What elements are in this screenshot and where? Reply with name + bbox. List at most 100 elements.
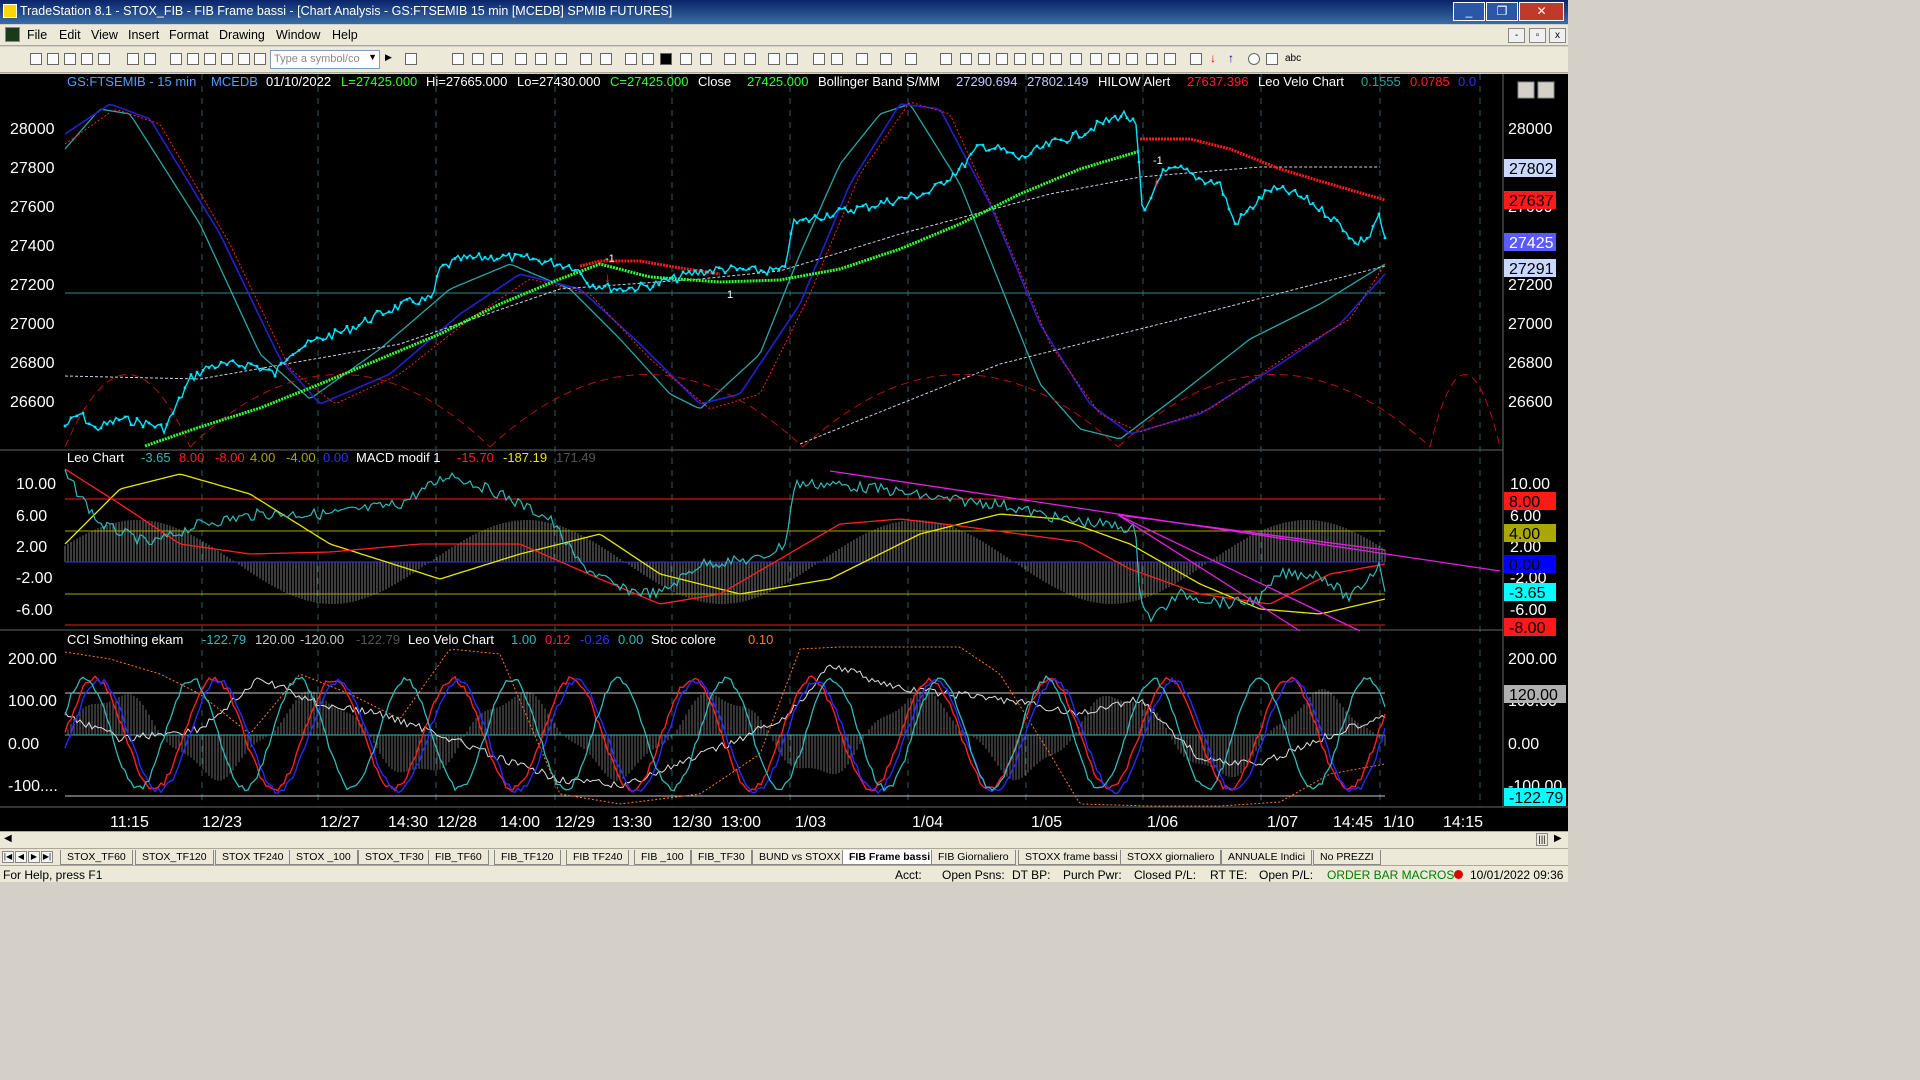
mdi-close-button[interactable]: x [1549,28,1566,43]
chevron-down-icon[interactable]: ▼ [368,52,377,62]
workspace-tab[interactable]: FIB Frame bassi [842,850,938,865]
menu-help[interactable]: Help [332,28,358,42]
menu-insert[interactable]: Insert [128,28,159,42]
tools-icon[interactable] [856,53,868,65]
workspace-tab[interactable]: STOX _100 [289,850,358,865]
open-icon[interactable] [47,53,59,65]
mdi-minimize-button[interactable]: - [1508,28,1525,43]
line-chart-icon[interactable] [700,53,712,65]
new-icon[interactable] [30,53,42,65]
tab-next-icon[interactable]: ▶ [28,851,40,863]
arc-icon[interactable] [1146,53,1158,65]
workspace-tab[interactable]: BUND vs STOXX [752,850,848,865]
workspace-tab[interactable]: STOX_TF120 [135,850,214,865]
cut-icon[interactable] [170,53,182,65]
workspace-tab[interactable]: STOX TF240 [215,850,291,865]
trendline-icon[interactable] [940,53,952,65]
curve-icon[interactable] [1190,53,1202,65]
up-arrow-icon[interactable]: ↑ [1228,51,1240,65]
workspace-tools-icon[interactable] [880,53,892,65]
chart-restore-button[interactable] [1537,81,1555,99]
save-icon[interactable] [127,53,139,65]
workspace-tab[interactable]: STOXX giornaliero [1120,850,1222,865]
workspace-tab[interactable]: FIB TF240 [566,850,630,865]
horizontal-scrollbar[interactable]: ◀ ||| ▶ [0,831,1568,848]
new-workspace-icon[interactable] [81,53,93,65]
maximize-button[interactable]: ❐ [1486,2,1518,21]
scroll-left-icon[interactable]: ◀ [4,833,12,844]
candlestick-icon[interactable] [680,53,692,65]
tab-first-icon[interactable]: |◀ [2,851,14,863]
workspace-tab[interactable]: No PREZZI [1313,850,1381,865]
shift-left-icon[interactable] [724,53,736,65]
time-cycle-icon[interactable] [1126,53,1138,65]
menu-view[interactable]: View [91,28,118,42]
paste-icon[interactable] [204,53,216,65]
workspace-tab[interactable]: STOX_TF60 [60,850,133,865]
app-menu-icon[interactable] [5,27,20,42]
open-workspace-icon[interactable] [64,53,76,65]
text-tool-icon[interactable]: abc [1285,53,1301,64]
options-icon[interactable] [535,53,547,65]
zoom-out-icon[interactable] [786,53,798,65]
menu-file[interactable]: File [27,28,47,42]
down-arrow-icon[interactable]: ↓ [1210,51,1222,65]
ellipse-icon[interactable] [1248,53,1260,65]
minimize-button[interactable]: _ [1453,2,1485,21]
chart-minimize-button[interactable] [1517,81,1535,99]
vertical-lines-icon[interactable] [960,53,972,65]
rectangle-icon[interactable] [1266,53,1278,65]
indicator-icon[interactable] [642,53,654,65]
bar-chart-icon[interactable] [660,53,672,65]
horizontal-lines-icon[interactable] [978,53,990,65]
chart-icon[interactable] [238,53,250,65]
scanner-icon[interactable] [515,53,527,65]
workspace-tab[interactable]: FIB_TF60 [428,850,489,865]
hand-icon[interactable] [831,53,843,65]
chart-window-icon[interactable] [452,53,464,65]
gann-fan-icon[interactable] [1050,53,1062,65]
radar-icon[interactable] [472,53,484,65]
pointer-icon[interactable] [813,53,825,65]
grid-icon[interactable] [221,53,233,65]
globe-icon[interactable] [254,53,266,65]
workspace-tab[interactable]: STOX_TF30 [358,850,431,865]
tab-prev-icon[interactable]: ◀ [15,851,27,863]
play-icon[interactable]: ▶ [385,52,397,64]
chart-analysis-window[interactable]: -1 ↓ 1 -1 ↓ GS:FTSEMIB - 15 min MCEDB 01… [0,74,1568,831]
order-icon[interactable] [580,53,592,65]
menu-drawing[interactable]: Drawing [219,28,265,42]
copy-icon[interactable] [187,53,199,65]
status-order-bar-macros[interactable]: ORDER BAR MACROS [1327,868,1454,882]
workspace-tab[interactable]: ANNUALE Indici [1221,850,1313,865]
workspace-tab[interactable]: FIB Giornaliero [931,850,1016,865]
scroll-thumb[interactable]: ||| [1536,833,1548,846]
andrews-pitchfork-icon[interactable] [1070,53,1082,65]
data-window-icon[interactable] [905,53,917,65]
arrow-both-icon[interactable] [1108,53,1120,65]
zoom-in-icon[interactable] [768,53,780,65]
tab-last-icon[interactable]: ▶| [41,851,53,863]
portfolio-icon[interactable] [555,53,567,65]
workspace-tab[interactable]: STOXX frame bassi [1018,850,1125,865]
close-button[interactable]: ✕ [1519,2,1564,21]
folder-icon[interactable] [98,53,110,65]
shift-right-icon[interactable] [744,53,756,65]
print-icon[interactable] [144,53,156,65]
workspace-tab[interactable]: FIB _100 [634,850,691,865]
speed-lines-icon[interactable] [1014,53,1026,65]
mdi-restore-button[interactable]: ▫ [1529,28,1546,43]
menu-edit[interactable]: Edit [59,28,81,42]
menu-window[interactable]: Window [276,28,320,42]
account-icon[interactable] [600,53,612,65]
pen-icon[interactable] [1164,53,1176,65]
regression-icon[interactable] [1090,53,1102,65]
workspace-tab[interactable]: FIB_TF120 [494,850,561,865]
strategy-icon[interactable] [625,53,637,65]
scroll-right-icon[interactable]: ▶ [1554,833,1562,844]
channel-icon[interactable] [996,53,1008,65]
matrix-icon[interactable] [491,53,503,65]
menu-format[interactable]: Format [169,28,209,42]
symbol-lookup-icon[interactable] [405,53,417,65]
workspace-tab[interactable]: FIB_TF30 [691,850,752,865]
